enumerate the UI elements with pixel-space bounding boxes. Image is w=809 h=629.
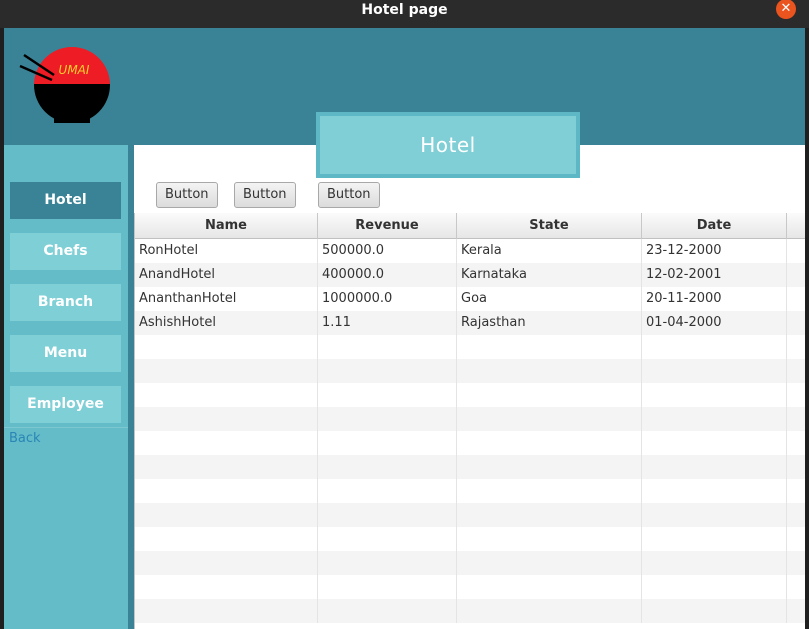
cell-filler [787, 239, 805, 263]
column-header-filler [787, 213, 805, 239]
sidebar-item-hotel[interactable]: Hotel [10, 182, 121, 219]
empty-row [135, 527, 805, 551]
table-row[interactable]: AnandHotel 400000.0 Karnataka 12-02-2001 [135, 263, 805, 287]
empty-row [135, 479, 805, 503]
cell-date: 23-12-2000 [642, 239, 787, 263]
window-title: Hotel page [361, 2, 448, 18]
cell-state: Goa [457, 287, 642, 311]
empty-row [135, 359, 805, 383]
empty-row [135, 455, 805, 479]
empty-row [135, 407, 805, 431]
cell-date: 01-04-2000 [642, 311, 787, 335]
cell-filler [787, 311, 805, 335]
app-window: UMAI Hotel Chefs Branch Menu Employee Ba… [4, 28, 805, 629]
sidebar-item-menu[interactable]: Menu [10, 335, 121, 372]
close-icon[interactable]: ✕ [776, 0, 796, 19]
empty-row [135, 431, 805, 455]
cell-state: Kerala [457, 239, 642, 263]
sidebar-item-employee[interactable]: Employee [10, 386, 121, 423]
cell-revenue: 1.11 [318, 311, 457, 335]
empty-row [135, 599, 805, 623]
column-header-date[interactable]: Date [642, 213, 787, 239]
cell-revenue: 400000.0 [318, 263, 457, 287]
cell-state: Karnataka [457, 263, 642, 287]
table-row[interactable]: RonHotel 500000.0 Kerala 23-12-2000 [135, 239, 805, 263]
logo: UMAI [19, 47, 110, 123]
empty-row [135, 503, 805, 527]
cell-state: Rajasthan [457, 311, 642, 335]
table-header: Name Revenue State Date [135, 213, 805, 239]
cell-date: 12-02-2001 [642, 263, 787, 287]
cell-filler [787, 287, 805, 311]
empty-row [135, 551, 805, 575]
cell-date: 20-11-2000 [642, 287, 787, 311]
cell-name: AnanthanHotel [135, 287, 318, 311]
button-2[interactable]: Button [234, 182, 296, 208]
cell-name: AshishHotel [135, 311, 318, 335]
button-1[interactable]: Button [156, 182, 218, 208]
cell-revenue: 500000.0 [318, 239, 457, 263]
column-header-revenue[interactable]: Revenue [318, 213, 457, 239]
button-3[interactable]: Button [318, 182, 380, 208]
cell-revenue: 1000000.0 [318, 287, 457, 311]
table-row[interactable]: AnanthanHotel 1000000.0 Goa 20-11-2000 [135, 287, 805, 311]
sidebar-item-branch[interactable]: Branch [10, 284, 121, 321]
sidebar-item-chefs[interactable]: Chefs [10, 233, 121, 270]
table-row[interactable]: AshishHotel 1.11 Rajasthan 01-04-2000 [135, 311, 805, 335]
window-titlebar: Hotel page ✕ [0, 0, 809, 28]
column-header-name[interactable]: Name [135, 213, 318, 239]
empty-row [135, 383, 805, 407]
column-header-state[interactable]: State [457, 213, 642, 239]
empty-row [135, 335, 805, 359]
sidebar-divider [4, 427, 128, 428]
cell-name: RonHotel [135, 239, 318, 263]
empty-row [135, 575, 805, 599]
hotel-table[interactable]: Name Revenue State Date RonHotel 500000.… [134, 213, 805, 629]
logo-text: UMAI [59, 63, 90, 77]
back-link[interactable]: Back [9, 431, 41, 446]
sidebar: Hotel Chefs Branch Menu Employee Back [4, 145, 128, 629]
cell-filler [787, 263, 805, 287]
page-title: Hotel [316, 112, 580, 178]
cell-name: AnandHotel [135, 263, 318, 287]
